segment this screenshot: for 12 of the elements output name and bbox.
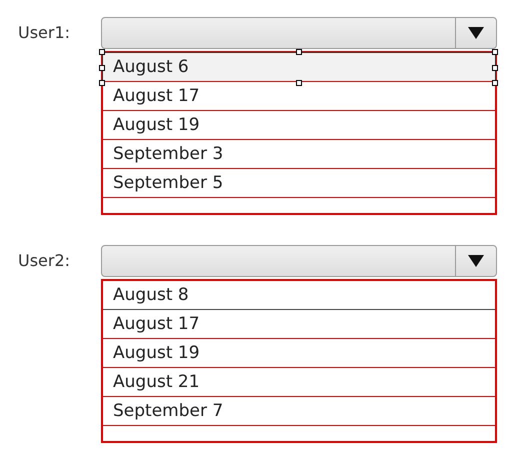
resize-handle[interactable] [99,80,105,86]
caret-icon [468,27,484,39]
resize-handle[interactable] [296,49,302,55]
resize-handle[interactable] [99,65,105,71]
resize-handle[interactable] [99,49,105,55]
resize-handle[interactable] [492,49,498,55]
resize-handle[interactable] [492,80,498,86]
caret-icon [468,255,484,267]
field-label: User1: [17,22,72,42]
resize-handle[interactable] [492,65,498,71]
resize-handle[interactable] [296,80,302,86]
field-label: User2: [17,250,72,270]
